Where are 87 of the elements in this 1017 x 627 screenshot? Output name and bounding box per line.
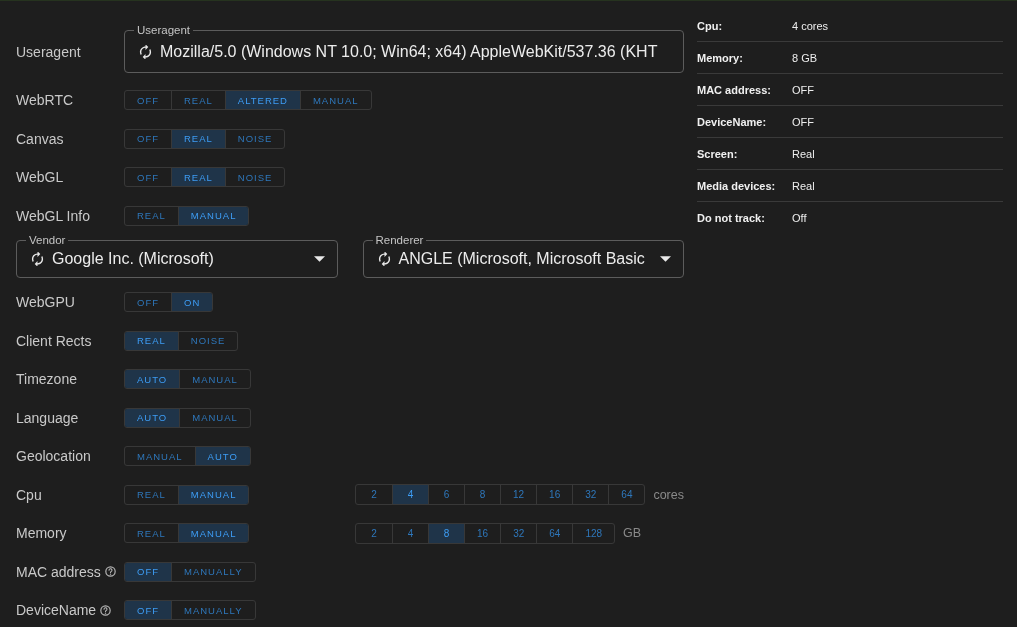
toggle-option[interactable]: OFF xyxy=(125,168,171,187)
summary-value: 4 cores xyxy=(792,19,829,32)
unit-label: cores xyxy=(653,487,684,502)
value-option[interactable]: 128 xyxy=(572,523,615,543)
toggle-option[interactable]: MANUAL xyxy=(179,408,250,427)
toggle-option[interactable]: REAL xyxy=(125,485,178,504)
value-option[interactable]: 64 xyxy=(608,485,645,505)
setting-label: Client Rects xyxy=(16,332,92,349)
value-option[interactable]: 16 xyxy=(464,523,501,543)
toggle-option[interactable]: OFF xyxy=(125,129,171,148)
toggle-option[interactable]: REAL xyxy=(125,331,178,350)
toggle-option[interactable]: AUTO xyxy=(194,447,250,466)
field-legend: Useragent xyxy=(134,24,194,36)
setting-label: Canvas xyxy=(16,130,64,147)
summary-value: OFF xyxy=(792,115,814,128)
setting-label: Timezone xyxy=(16,371,77,388)
toggle-option[interactable]: MANUAL xyxy=(177,524,249,543)
summary-label: MAC address: xyxy=(697,83,772,96)
summary-label: Do not track: xyxy=(697,212,766,224)
value-option[interactable]: 64 xyxy=(536,523,573,543)
help-icon[interactable] xyxy=(104,566,116,578)
summary-label: Cpu: xyxy=(697,19,724,32)
value-option[interactable]: 12 xyxy=(500,485,537,505)
toggle-option[interactable]: MANUAL xyxy=(299,91,371,110)
value-option[interactable]: 8 xyxy=(428,523,464,543)
toggle-option[interactable]: OFF xyxy=(125,91,171,110)
setting-label: WebGL xyxy=(16,169,64,186)
setting-label: Memory xyxy=(16,525,67,542)
toggle-option[interactable]: REAL xyxy=(125,206,178,225)
toggle-option[interactable]: REAL xyxy=(171,91,225,110)
value-option[interactable]: 4 xyxy=(392,485,428,505)
toggle-option[interactable]: NOISE xyxy=(224,168,285,187)
summary-value: OFF xyxy=(792,83,814,96)
toggle-option[interactable]: AUTO xyxy=(125,370,180,389)
field-value: Mozilla/5.0 (Windows NT 10.0; Win64; x64) AppleWebKit/537.36 (KHT xyxy=(160,42,659,61)
caret-icon xyxy=(660,256,671,262)
toggle-option[interactable]: MANUAL xyxy=(177,206,249,225)
refresh-icon xyxy=(31,252,44,266)
value-option[interactable]: 8 xyxy=(464,485,500,505)
select-value: ANGLE (Microsoft, Microsoft Basic xyxy=(398,250,646,268)
setting-label: WebGL Info xyxy=(16,207,90,224)
toggle-option[interactable]: REAL xyxy=(171,168,225,187)
help-icon[interactable] xyxy=(100,604,112,616)
summary-value: Real xyxy=(792,179,815,192)
value-option[interactable]: 6 xyxy=(428,485,464,505)
setting-label: WebRTC xyxy=(16,92,74,109)
setting-label: Cpu xyxy=(16,486,42,503)
toggle-option[interactable]: MANUAL xyxy=(177,485,249,504)
setting-label: Geolocation xyxy=(16,448,91,465)
toggle-option[interactable]: OFF xyxy=(125,601,171,620)
unit-label: GB xyxy=(623,526,642,541)
field-legend: Renderer xyxy=(372,234,427,246)
summary-label: Memory: xyxy=(697,51,744,64)
toggle-option[interactable]: NOISE xyxy=(224,129,285,148)
setting-label: DeviceName xyxy=(16,602,97,619)
setting-label: MAC address xyxy=(16,563,101,580)
summary-label: Media devices: xyxy=(697,179,777,192)
toggle-option[interactable]: MANUAL xyxy=(179,370,250,389)
field-legend: Vendor xyxy=(26,234,69,246)
summary-label: DeviceName: xyxy=(697,115,768,128)
toggle-option[interactable]: REAL xyxy=(125,524,178,543)
summary-value: Real xyxy=(792,147,815,160)
summary-value: 8 GB xyxy=(792,51,818,64)
setting-label: Language xyxy=(16,409,79,426)
value-option[interactable]: 32 xyxy=(572,485,609,505)
select-value: Google Inc. (Microsoft) xyxy=(52,250,215,268)
toggle-option[interactable]: ALTERED xyxy=(224,91,300,110)
summary-label: Screen: xyxy=(697,147,739,160)
value-option[interactable]: 32 xyxy=(500,523,537,543)
toggle-option[interactable]: ON xyxy=(171,293,213,312)
toggle-option[interactable]: AUTO xyxy=(125,408,180,427)
setting-label: WebGPU xyxy=(16,294,75,311)
toggle-option[interactable]: NOISE xyxy=(177,331,238,350)
toggle-option[interactable]: OFF xyxy=(125,293,171,312)
toggle-option[interactable]: OFF xyxy=(125,562,171,581)
toggle-option[interactable]: MANUALLY xyxy=(171,601,255,620)
setting-label: Useragent xyxy=(16,43,81,60)
value-option[interactable]: 2 xyxy=(356,523,392,543)
toggle-option[interactable]: MANUALLY xyxy=(171,562,255,581)
toggle-option[interactable]: MANUAL xyxy=(125,447,195,466)
summary-value: Off xyxy=(792,212,807,224)
refresh-icon xyxy=(377,252,391,266)
toggle-option[interactable]: REAL xyxy=(171,129,225,148)
refresh-icon xyxy=(139,44,152,59)
value-option[interactable]: 2 xyxy=(356,485,392,505)
value-option[interactable]: 16 xyxy=(536,485,573,505)
caret-icon xyxy=(313,256,325,262)
